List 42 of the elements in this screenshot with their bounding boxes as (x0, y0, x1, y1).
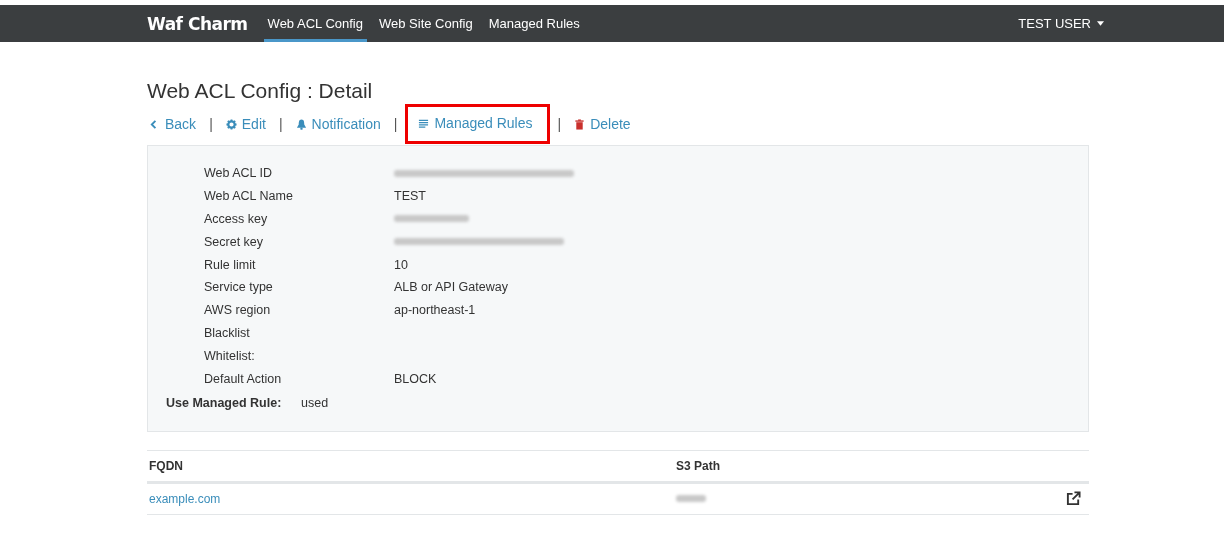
brand-logo[interactable]: Waf Charm (147, 13, 248, 34)
nav-link[interactable]: Managed Rules (484, 5, 584, 42)
nav-link[interactable]: Web ACL Config (263, 5, 367, 42)
separator: | (277, 116, 284, 132)
list-icon (418, 117, 430, 129)
field-value: ALB or API Gateway (394, 280, 508, 295)
field-label: Web ACL ID (204, 166, 274, 181)
field-label: Web ACL Name (204, 189, 294, 204)
field-value: TEST (394, 189, 426, 204)
field-label: AWS region (204, 303, 272, 318)
field-label: Blacklist (204, 325, 251, 340)
field-value: 10 (394, 257, 408, 272)
caret-icon (1097, 21, 1104, 26)
column-header: S3 Path (675, 458, 721, 473)
separator: | (392, 116, 399, 132)
trash-icon (574, 118, 586, 130)
field-value: ap-northeast-1 (394, 303, 476, 318)
action-link[interactable]: Notification (293, 116, 383, 132)
field-label: Service type (204, 280, 274, 295)
column-header: FQDN (148, 458, 184, 473)
separator: | (556, 116, 563, 132)
field-label: Access key (204, 212, 269, 226)
separator: | (208, 116, 214, 132)
user-menu[interactable]: TEST USER (1018, 5, 1104, 42)
field-label: Use Managed Rule: (166, 395, 283, 410)
field-value: used (301, 395, 329, 410)
bell-icon (295, 118, 307, 130)
external-link-icon[interactable] (1066, 491, 1081, 507)
fqdn-link[interactable]: example.com (149, 491, 221, 506)
highlighted-link[interactable]: Managed Rules (408, 107, 547, 141)
nav-link[interactable]: Web Site Config (375, 5, 477, 42)
action-link[interactable]: Edit (223, 116, 268, 132)
action-link[interactable]: Delete (572, 116, 633, 132)
gear-icon (225, 118, 237, 130)
action-link[interactable]: Back (147, 116, 199, 132)
field-label: Secret key (204, 234, 265, 249)
field-label: Default Action (204, 371, 283, 386)
redacted-value (676, 495, 706, 503)
field-value: BLOCK (394, 371, 437, 386)
field-label: Whitelist: (204, 348, 256, 363)
field-label: Rule limit (204, 257, 257, 272)
page-title: Web ACL Config : Detail (147, 79, 374, 103)
